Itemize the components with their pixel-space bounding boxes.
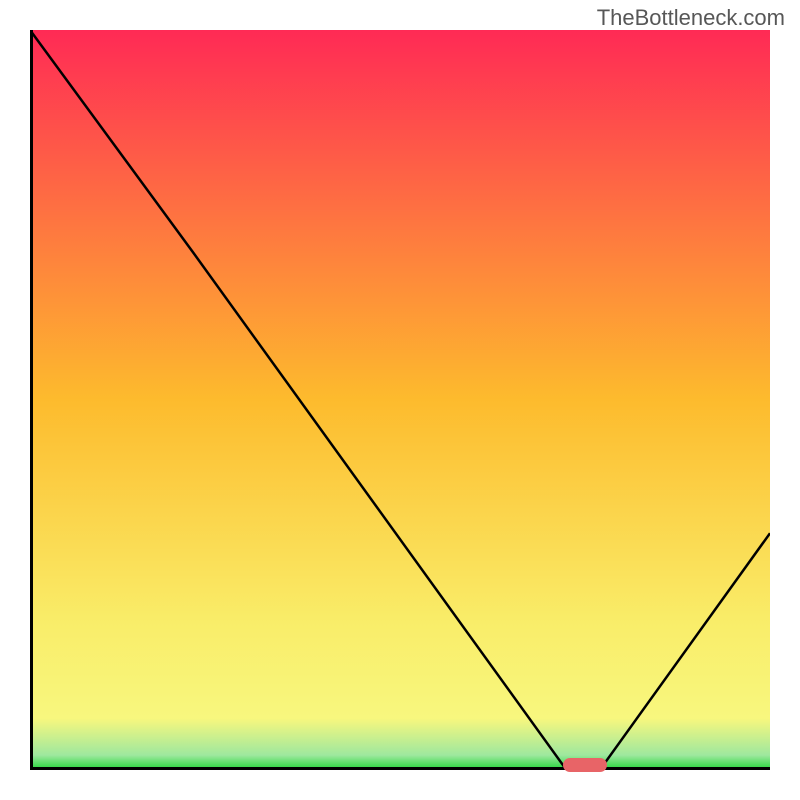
chart-container: TheBottleneck.com xyxy=(0,0,800,800)
x-axis xyxy=(30,767,770,770)
plot-area xyxy=(30,30,770,770)
chart-svg xyxy=(30,30,770,770)
optimal-marker xyxy=(563,758,607,772)
watermark-text: TheBottleneck.com xyxy=(597,5,785,31)
y-axis xyxy=(30,30,33,770)
gradient-background xyxy=(30,30,770,770)
